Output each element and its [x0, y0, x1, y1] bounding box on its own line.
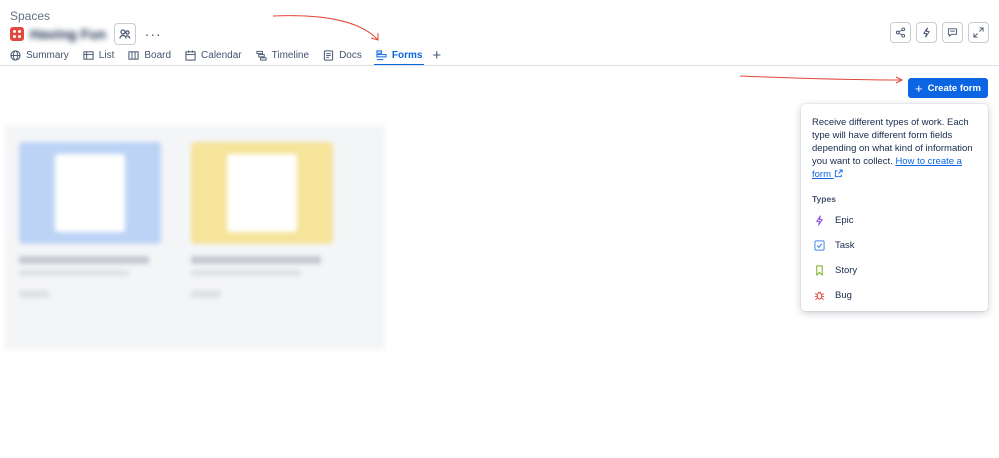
view-tabs: Summary List Board Calendar Timeline Doc…: [10, 46, 455, 66]
form-card-type: [191, 290, 221, 298]
type-item-story[interactable]: Story: [812, 258, 977, 283]
type-label: Task: [835, 240, 855, 251]
annotation-arrowhead-create: [895, 76, 904, 84]
form-card-thumbnail: [19, 142, 161, 244]
space-header: Having Fun ···: [10, 23, 164, 45]
breadcrumb[interactable]: Spaces: [10, 9, 50, 23]
annotation-arrow-forms: [272, 15, 379, 41]
automation-button[interactable]: [916, 22, 937, 43]
people-icon: [119, 29, 131, 39]
popover-description: Receive different types of work. Each ty…: [812, 117, 973, 180]
checkbox-icon: [814, 240, 825, 251]
feedback-icon: [947, 28, 958, 37]
fullscreen-button[interactable]: [968, 22, 989, 43]
types-heading: Types: [812, 194, 836, 204]
external-link-icon: [834, 169, 843, 178]
tab-board[interactable]: Board: [128, 46, 171, 65]
type-label: Epic: [835, 215, 854, 226]
bug-icon: [814, 291, 825, 300]
type-label: Bug: [835, 290, 852, 301]
board-icon: [128, 51, 139, 60]
calendar-icon: [185, 50, 196, 61]
more-button[interactable]: ···: [142, 23, 164, 45]
plus-icon: +: [915, 80, 923, 96]
annotation-arrowhead-forms: [370, 33, 379, 41]
type-label: Story: [835, 265, 858, 276]
tabs-divider: [0, 65, 999, 66]
share-button[interactable]: [890, 22, 911, 43]
add-tab-button[interactable]: +: [432, 46, 441, 65]
form-card-thumbnail: [191, 142, 333, 244]
form-types-popover: Receive different types of work. Each ty…: [801, 104, 988, 311]
share-icon: [895, 27, 906, 38]
tab-label: Docs: [339, 50, 362, 61]
type-item-epic[interactable]: Epic: [812, 208, 977, 233]
annotation-arrow-create: [739, 75, 903, 81]
form-card-subtitle: [191, 270, 301, 276]
tab-forms[interactable]: Forms: [373, 46, 424, 66]
tab-label: Forms: [391, 50, 423, 61]
header-actions: [885, 22, 989, 43]
feedback-button[interactable]: [942, 22, 963, 43]
tab-calendar[interactable]: Calendar: [185, 46, 242, 65]
type-item-bug[interactable]: Bug: [812, 283, 977, 308]
doc-icon: [323, 50, 334, 61]
create-form-label: Create form: [927, 82, 981, 94]
lightning-icon: [816, 215, 823, 226]
tab-label: List: [98, 50, 115, 61]
form-card[interactable]: [177, 137, 337, 322]
globe-icon: [10, 50, 21, 61]
tab-label: Board: [144, 50, 172, 61]
bookmark-icon: [816, 265, 823, 276]
type-item-task[interactable]: Task: [812, 233, 977, 258]
space-name[interactable]: Having Fun: [30, 26, 106, 42]
tab-list[interactable]: List: [83, 46, 115, 65]
form-card[interactable]: [5, 137, 165, 322]
tab-label: Calendar: [201, 50, 242, 61]
space-avatar: [10, 27, 24, 41]
tab-label: Timeline: [271, 50, 310, 61]
list-icon: [83, 51, 94, 60]
tab-timeline[interactable]: Timeline: [256, 46, 309, 65]
timeline-icon: [256, 50, 267, 61]
form-card-title: [19, 256, 149, 264]
form-card-title: [191, 256, 321, 264]
tab-label: Summary: [26, 50, 69, 61]
tab-summary[interactable]: Summary: [10, 46, 69, 65]
form-card-subtitle: [19, 270, 129, 276]
tab-docs[interactable]: Docs: [323, 46, 362, 65]
people-button[interactable]: [114, 23, 137, 45]
lightning-icon: [923, 27, 930, 38]
forms-gallery: [5, 125, 385, 350]
create-form-button[interactable]: + Create form: [908, 78, 988, 98]
forms-icon: [376, 50, 387, 61]
form-card-type: [19, 290, 49, 298]
expand-icon: [973, 27, 984, 38]
